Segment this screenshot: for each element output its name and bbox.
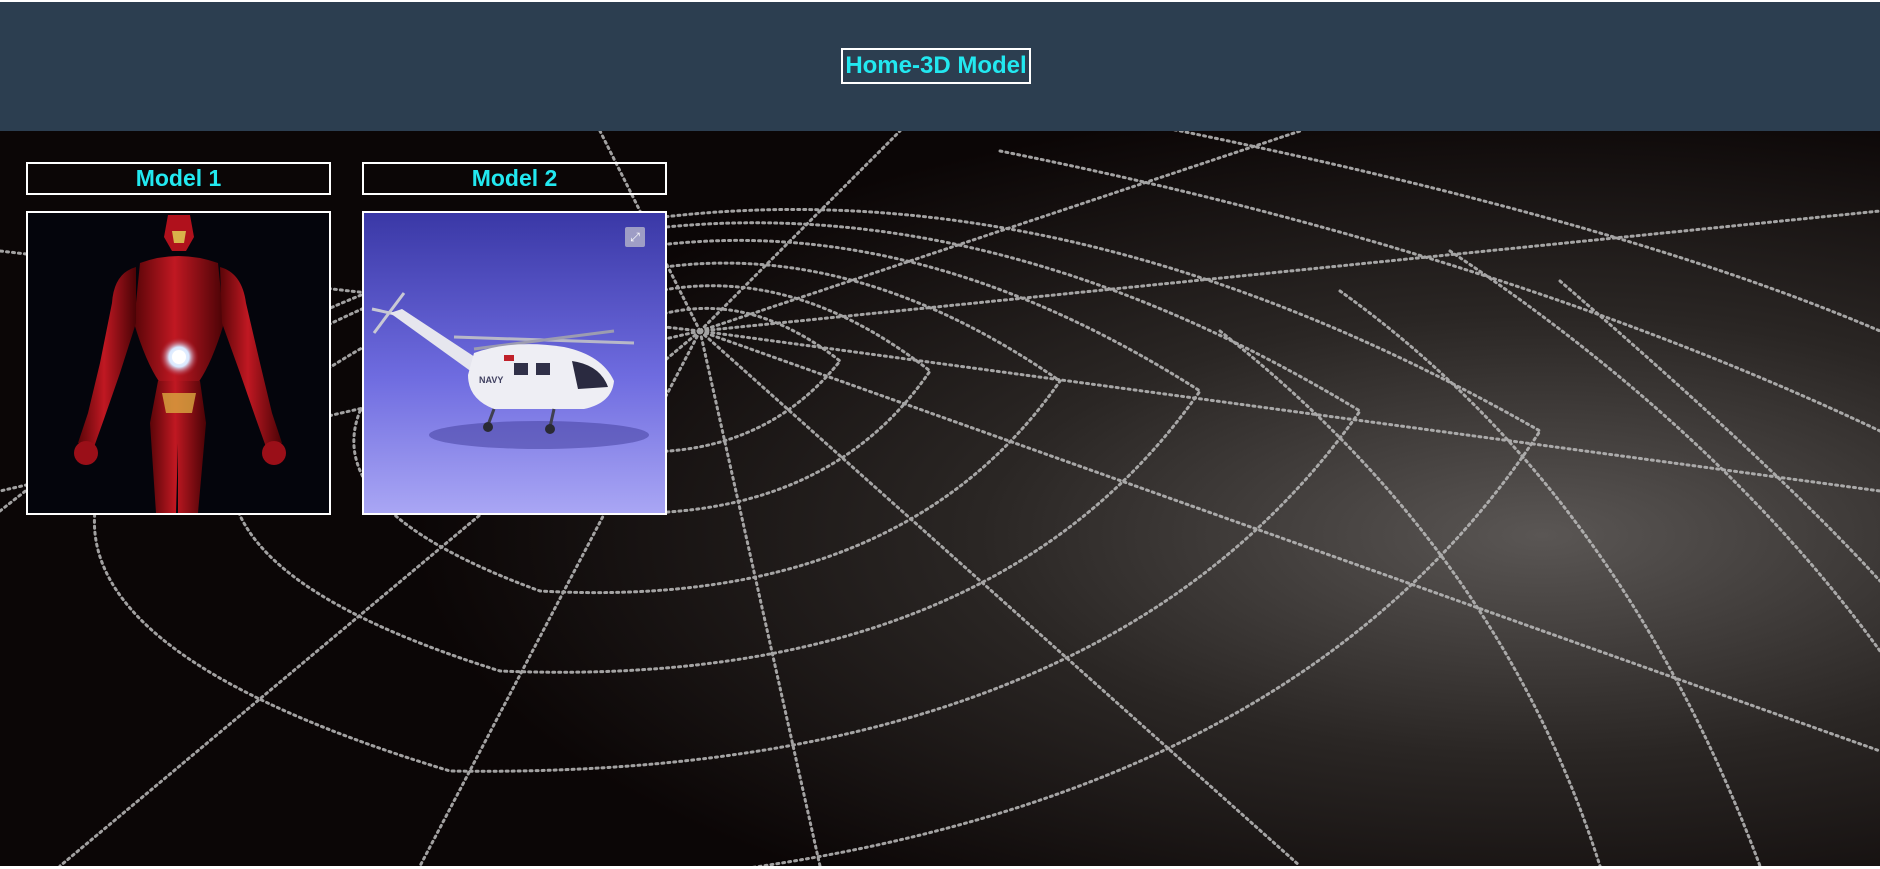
svg-text:NAVY: NAVY xyxy=(479,375,503,385)
page: Home-3D Model Model 1 Model 2 NAVY ⤢ xyxy=(0,2,1880,866)
model-1-image[interactable] xyxy=(26,211,331,515)
iron-man-figure-image xyxy=(28,213,329,513)
model-2-image[interactable]: NAVY ⤢ xyxy=(362,211,667,515)
model-2-label[interactable]: Model 2 xyxy=(362,162,667,195)
header-bar: Home-3D Model xyxy=(0,2,1880,131)
expand-icon[interactable]: ⤢ xyxy=(625,227,645,247)
helicopter-image: NAVY xyxy=(364,213,665,513)
model-1-label[interactable]: Model 1 xyxy=(26,162,331,195)
page-title[interactable]: Home-3D Model xyxy=(841,48,1031,84)
